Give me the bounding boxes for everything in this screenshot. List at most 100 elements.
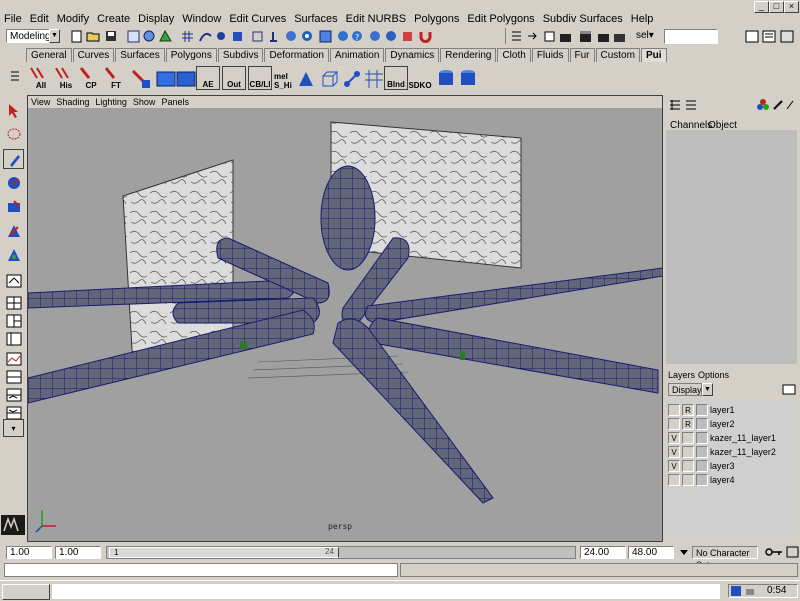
three-view-layout-icon[interactable]	[3, 311, 24, 331]
view-menu-view[interactable]: View	[28, 96, 53, 108]
layer-row[interactable]: R layer1	[668, 403, 794, 417]
start-button[interactable]	[2, 584, 50, 600]
single-view-layout-icon[interactable]	[3, 271, 24, 291]
shelf-button-his[interactable]: His	[54, 66, 78, 90]
view-menu-show[interactable]: Show	[130, 96, 159, 108]
layer-color-swatch[interactable]	[696, 418, 708, 430]
color-swatch-icon[interactable]	[756, 99, 770, 114]
shelf-button-cylinder[interactable]	[434, 66, 458, 90]
shelf-button-ft[interactable]: FT	[104, 66, 128, 90]
shelf-tab-polygons[interactable]: Polygons	[165, 48, 217, 62]
move-tool-icon[interactable]	[3, 173, 24, 193]
manipulator-tool-icon[interactable]	[3, 245, 24, 265]
layer-row[interactable]: R layer2	[668, 417, 794, 431]
shelf-tab-cloth[interactable]: Cloth	[497, 48, 531, 62]
layer-color-swatch[interactable]	[696, 460, 708, 472]
shelf-tab-fluids[interactable]: Fluids	[531, 48, 569, 62]
select-component-icon[interactable]	[158, 29, 172, 43]
scene-render[interactable]	[27, 108, 664, 541]
layer-visibility-toggle[interactable]	[668, 404, 680, 416]
character-set-field[interactable]: No Character Set	[692, 546, 758, 570]
layer-color-swatch[interactable]	[696, 432, 708, 444]
slash-icon[interactable]	[784, 99, 796, 114]
four-view-layout-icon[interactable]	[3, 293, 24, 313]
shelf-tab-rendering[interactable]: Rendering	[440, 48, 497, 62]
layout-dropdown-icon[interactable]: ▾	[3, 419, 24, 437]
select-object-icon[interactable]	[142, 29, 156, 43]
shelf-tab-subdivs[interactable]: Subdivs	[217, 48, 264, 62]
view-menu-lighting[interactable]: Lighting	[92, 96, 130, 108]
history-icon[interactable]	[250, 29, 264, 43]
layer-visibility-toggle[interactable]: V	[668, 460, 680, 472]
character-set-chevron-icon[interactable]	[679, 547, 689, 560]
menu-window[interactable]: Window	[178, 12, 225, 26]
layer-visibility-toggle[interactable]: V	[668, 432, 680, 444]
layer-tab-layers[interactable]: Layers	[668, 370, 695, 380]
shelf-button-blue-grid-2[interactable]	[174, 66, 198, 90]
animation-preferences-icon[interactable]	[786, 546, 799, 561]
menu-modify[interactable]: Modify	[53, 12, 93, 26]
menu-subdiv-surfaces[interactable]: Subdiv Surfaces	[539, 12, 627, 26]
shelf-button-arrow[interactable]	[129, 66, 153, 90]
snap-grid-icon[interactable]	[180, 29, 194, 43]
shelf-button-sdko[interactable]: SDKO	[408, 66, 432, 90]
shelf-tab-fur[interactable]: Fur	[569, 48, 595, 62]
layer-type-toggle[interactable]	[682, 446, 694, 458]
graph-layout-icon[interactable]	[3, 349, 24, 369]
layer-type-toggle[interactable]: R	[682, 404, 694, 416]
layer-name[interactable]: kazer_11_layer2	[710, 447, 776, 457]
playback-end-field[interactable]: 24.00	[580, 546, 626, 559]
chevron-down-icon[interactable]: ▼	[702, 383, 713, 396]
menu-display[interactable]: Display	[134, 12, 178, 26]
paint-select-tool-icon[interactable]	[3, 149, 24, 169]
new-scene-icon[interactable]	[70, 29, 84, 43]
tray-network-icon[interactable]	[745, 586, 755, 599]
shelf-tab-surfaces[interactable]: Surfaces	[115, 48, 165, 62]
show-channel-box-icon[interactable]	[780, 29, 794, 43]
shelf-button-cube[interactable]	[318, 66, 342, 90]
range-slider-handle[interactable]: 1	[109, 547, 339, 558]
shelf-tab-general[interactable]: General	[26, 48, 72, 62]
render-globals-icon[interactable]	[336, 29, 350, 43]
head-mesh[interactable]	[320, 165, 376, 271]
view-menu-panels[interactable]: Panels	[158, 96, 192, 108]
help-icon[interactable]: ?	[350, 29, 364, 43]
layer-type-toggle[interactable]: R	[682, 418, 694, 430]
render-view-icon[interactable]	[284, 29, 298, 43]
quick-select-input[interactable]	[664, 29, 718, 44]
shelf-button-all[interactable]: All	[29, 66, 53, 90]
layer-visibility-toggle[interactable]	[668, 474, 680, 486]
layer-name[interactable]: layer1	[710, 405, 735, 415]
open-scene-icon[interactable]	[86, 29, 100, 43]
menu-edit-polygons[interactable]: Edit Polygons	[463, 12, 538, 26]
key-icon[interactable]	[764, 546, 784, 561]
hypershade-icon[interactable]	[368, 29, 382, 43]
taskbar-active-window[interactable]	[52, 584, 720, 599]
render-settings-icon[interactable]	[612, 29, 626, 43]
lasso-tool-icon[interactable]	[3, 125, 24, 145]
layer-type-toggle[interactable]	[682, 474, 694, 486]
animation-end-field[interactable]: 48.00	[628, 546, 674, 559]
command-input[interactable]	[4, 563, 398, 577]
layer-type-toggle[interactable]	[682, 460, 694, 472]
layer-color-swatch[interactable]	[696, 474, 708, 486]
layer-row[interactable]: V kazer_11_layer2	[668, 445, 794, 459]
show-attribute-editor-icon[interactable]	[745, 29, 759, 43]
shelf-button-cylinder-2[interactable]	[456, 66, 480, 90]
shelf-tab-dynamics[interactable]: Dynamics	[385, 48, 440, 62]
shelf-button-joint[interactable]	[294, 66, 318, 90]
channel-box-list-icon[interactable]	[684, 99, 698, 114]
menu-edit-curves[interactable]: Edit Curves	[225, 12, 290, 26]
rotate-tool-icon[interactable]	[3, 197, 24, 217]
hypershade-layout-icon[interactable]	[3, 367, 24, 387]
shelf-menu-icon[interactable]	[8, 66, 22, 92]
layer-visibility-toggle[interactable]: V	[668, 446, 680, 458]
new-layer-icon[interactable]	[782, 382, 796, 399]
menu-edit-nurbs[interactable]: Edit NURBS	[342, 12, 411, 26]
brush-icon[interactable]	[772, 99, 784, 114]
channel-box-layout-icon[interactable]	[668, 99, 682, 114]
persp-graph-layout-icon[interactable]	[3, 385, 24, 405]
layer-name[interactable]: layer2	[710, 419, 735, 429]
shelf-button-ae[interactable]: AE	[196, 66, 220, 90]
menu-edit[interactable]: Edit	[26, 12, 53, 26]
